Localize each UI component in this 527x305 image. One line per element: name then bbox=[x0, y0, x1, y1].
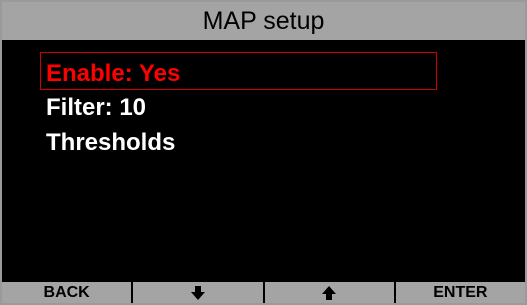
back-button-label: BACK bbox=[43, 283, 90, 301]
setup-menu: Enable: Yes Filter: 10 Thresholds bbox=[2, 40, 525, 284]
enter-button[interactable]: ENTER bbox=[393, 282, 525, 303]
title-bar: MAP setup bbox=[2, 2, 525, 40]
menu-item-enable[interactable]: Enable: Yes bbox=[46, 62, 180, 86]
menu-item-filter[interactable]: Filter: 10 bbox=[46, 96, 146, 120]
back-button[interactable]: BACK bbox=[2, 282, 132, 303]
up-button[interactable] bbox=[262, 282, 394, 303]
up-arrow-icon bbox=[322, 285, 337, 300]
menu-item-thresholds[interactable]: Thresholds bbox=[46, 131, 175, 155]
down-arrow-icon bbox=[190, 285, 205, 300]
screen-title: MAP setup bbox=[202, 6, 325, 35]
device-screen: MAP setup Enable: Yes Filter: 10 Thresho… bbox=[0, 0, 527, 305]
down-button[interactable] bbox=[131, 282, 263, 303]
enter-button-label: ENTER bbox=[433, 283, 488, 301]
softkey-bar: BACK ENTER bbox=[2, 282, 525, 303]
